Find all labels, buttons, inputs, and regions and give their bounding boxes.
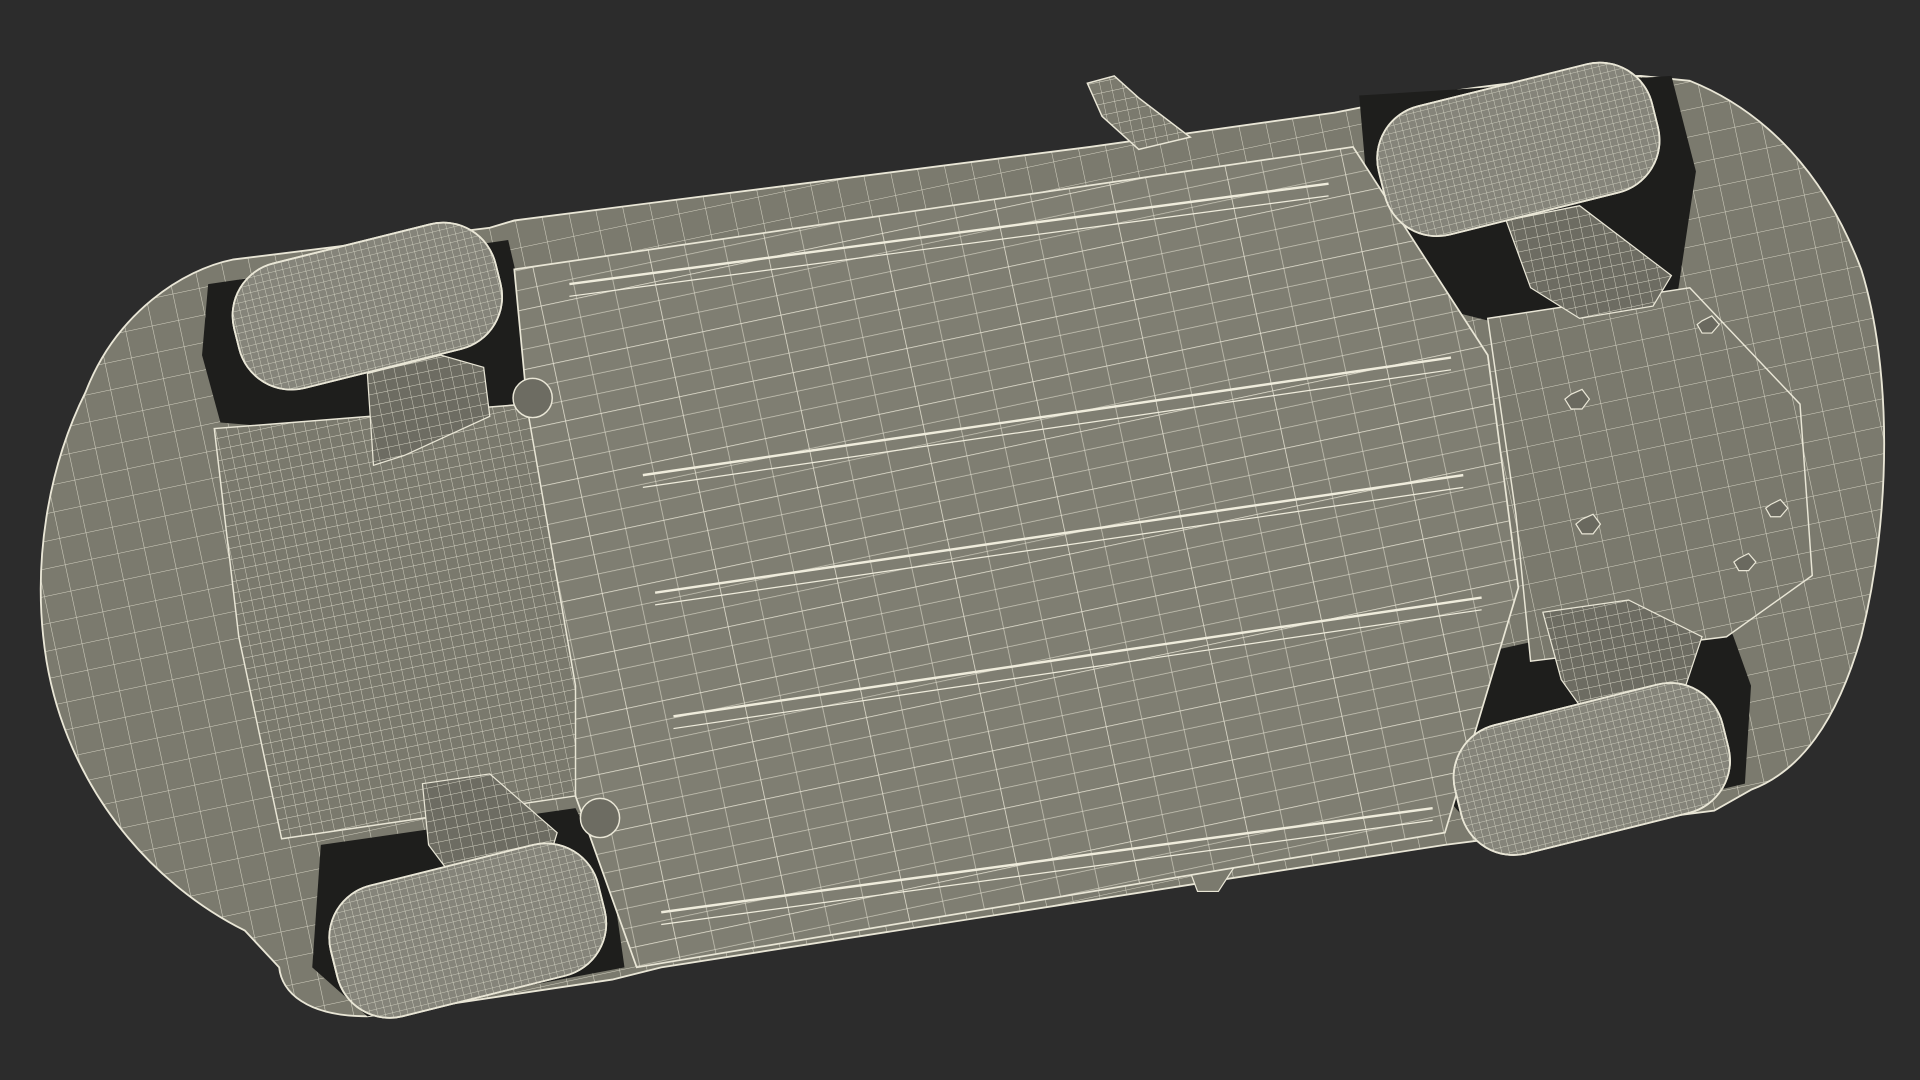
render-viewport — [0, 0, 1920, 1080]
mirror-top — [1086, 75, 1192, 151]
floor-pan — [513, 146, 1520, 969]
car-underbody-render — [39, 61, 1886, 1019]
rear-subframe — [213, 403, 577, 840]
